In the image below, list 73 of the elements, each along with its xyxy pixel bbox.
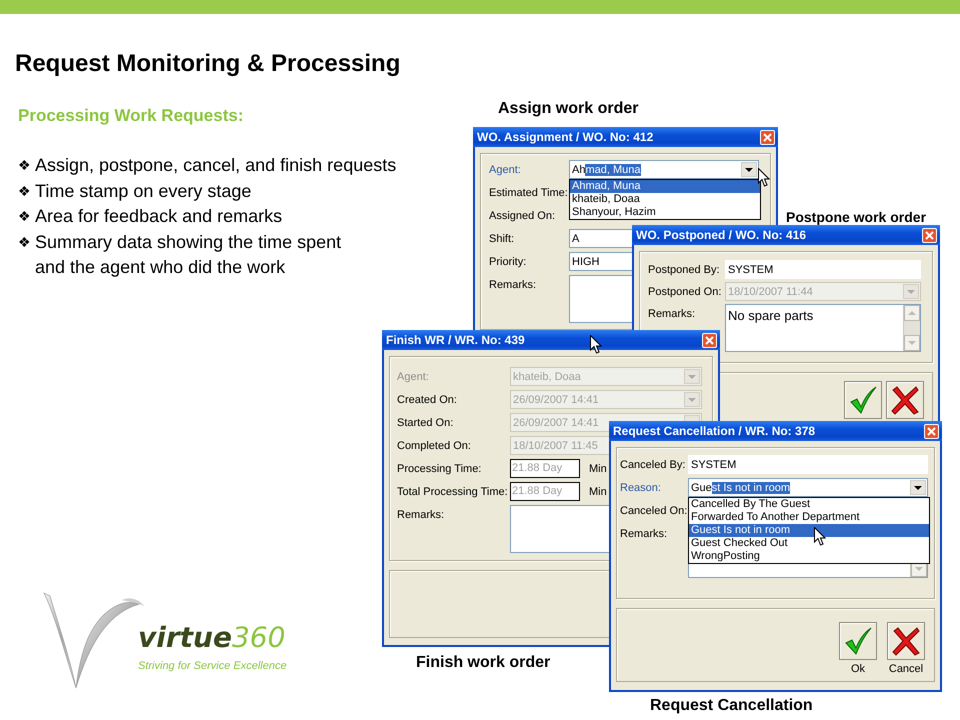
text-field[interactable]: SYSTEM: [688, 455, 928, 474]
unit-label: Min: [589, 462, 607, 474]
bullet-text: Area for feedback and remarks: [35, 205, 282, 228]
screenshot-caption: Request Cancellation: [650, 697, 813, 715]
dropdown-option[interactable]: khateib, Doaa: [570, 193, 760, 206]
close-icon: [762, 132, 773, 142]
field-label: Processing Time:: [397, 462, 482, 475]
cancel-button[interactable]: [886, 381, 924, 419]
bullet-marker: ❖: [18, 207, 32, 226]
window-title: WO. Postponed / WO. No: 416: [636, 228, 806, 242]
checkmark-icon: [843, 626, 873, 656]
dropdown-option[interactable]: Cancelled By The Guest: [689, 498, 929, 511]
logo-wordmark: virtue360: [138, 622, 286, 654]
field-label: Agent:: [489, 163, 522, 176]
dropdown-option[interactable]: Guest Checked Out: [689, 537, 929, 550]
close-icon: [924, 230, 935, 240]
cross-icon: [891, 626, 921, 656]
logo-tagline: Striving for Service Excellence: [138, 660, 287, 672]
field-label: Shift:: [489, 232, 516, 245]
close-button[interactable]: [702, 332, 717, 348]
field-label: Assigned On:: [489, 209, 556, 222]
cursor-icon: [814, 527, 826, 546]
close-button[interactable]: [922, 228, 937, 242]
close-icon: [926, 426, 937, 436]
field-label: Remarks:: [648, 307, 696, 320]
dropdown-option[interactable]: Shanyour, Hazim: [570, 206, 760, 219]
close-button[interactable]: [760, 130, 775, 144]
field-label: Started On:: [397, 416, 454, 429]
button-caption: Ok: [850, 663, 866, 675]
bullet-text: Time stamp on every stage: [35, 180, 252, 203]
dropdown-option[interactable]: Forwarded To Another Department: [689, 511, 929, 524]
remarks-field[interactable]: No spare parts: [725, 304, 921, 352]
ok-button[interactable]: [844, 381, 882, 419]
cursor-icon: [590, 335, 602, 354]
field-label: Reason:: [620, 481, 662, 494]
screenshot-caption: Postpone work order: [786, 209, 926, 225]
screenshot-caption: Finish work order: [416, 654, 550, 672]
field-label: Postponed On:: [648, 285, 722, 298]
field-label: Priority:: [489, 255, 528, 268]
cancel-button[interactable]: [887, 622, 925, 660]
field-label: Remarks:: [397, 508, 446, 521]
field-label: Remarks:: [489, 278, 538, 291]
button-caption: Cancel: [888, 663, 924, 675]
bullet-marker: ❖: [18, 156, 32, 175]
close-icon: [704, 334, 715, 346]
slide-title: Request Monitoring & Processing: [15, 50, 402, 78]
field-label: Canceled By:: [620, 458, 686, 471]
field-label: Completed On:: [397, 439, 472, 452]
dropdown-option[interactable]: Guest Is not in room: [689, 524, 929, 537]
bullet-text: Assign, postpone, cancel, and finish requests: [35, 154, 396, 177]
unit-label: Min: [589, 486, 607, 498]
close-button[interactable]: [924, 424, 939, 438]
dropdown-option[interactable]: Ahmad, Muna: [570, 180, 760, 193]
bullet-marker: ❖: [18, 182, 32, 200]
field-label: Total Processing Time:: [397, 485, 509, 498]
field-label: Remarks:: [620, 527, 668, 540]
field-label: Agent:: [397, 370, 430, 383]
bullet-marker: ❖: [18, 232, 32, 252]
bullet-text: Summary data showing the time spent and the agent who did the work: [35, 230, 342, 279]
cross-icon: [890, 385, 920, 415]
section-heading: Processing Work Requests:: [18, 106, 244, 126]
ok-button[interactable]: [839, 622, 877, 660]
field-label: Estimated Time:: [489, 186, 569, 199]
window-title: Finish WR / WR. No: 439: [386, 333, 525, 347]
screenshot-caption: Assign work order: [498, 100, 638, 118]
scrollbar[interactable]: [903, 305, 920, 351]
dropdown-option[interactable]: WrongPosting: [689, 550, 929, 563]
window-title: WO. Assignment / WO. No: 412: [477, 130, 654, 144]
checkmark-icon: [848, 385, 878, 415]
field-label: Created On:: [397, 393, 458, 406]
field-label: Postponed By:: [648, 263, 721, 276]
text-field[interactable]: SYSTEM: [725, 260, 921, 279]
field-label: Canceled On:: [620, 504, 688, 517]
